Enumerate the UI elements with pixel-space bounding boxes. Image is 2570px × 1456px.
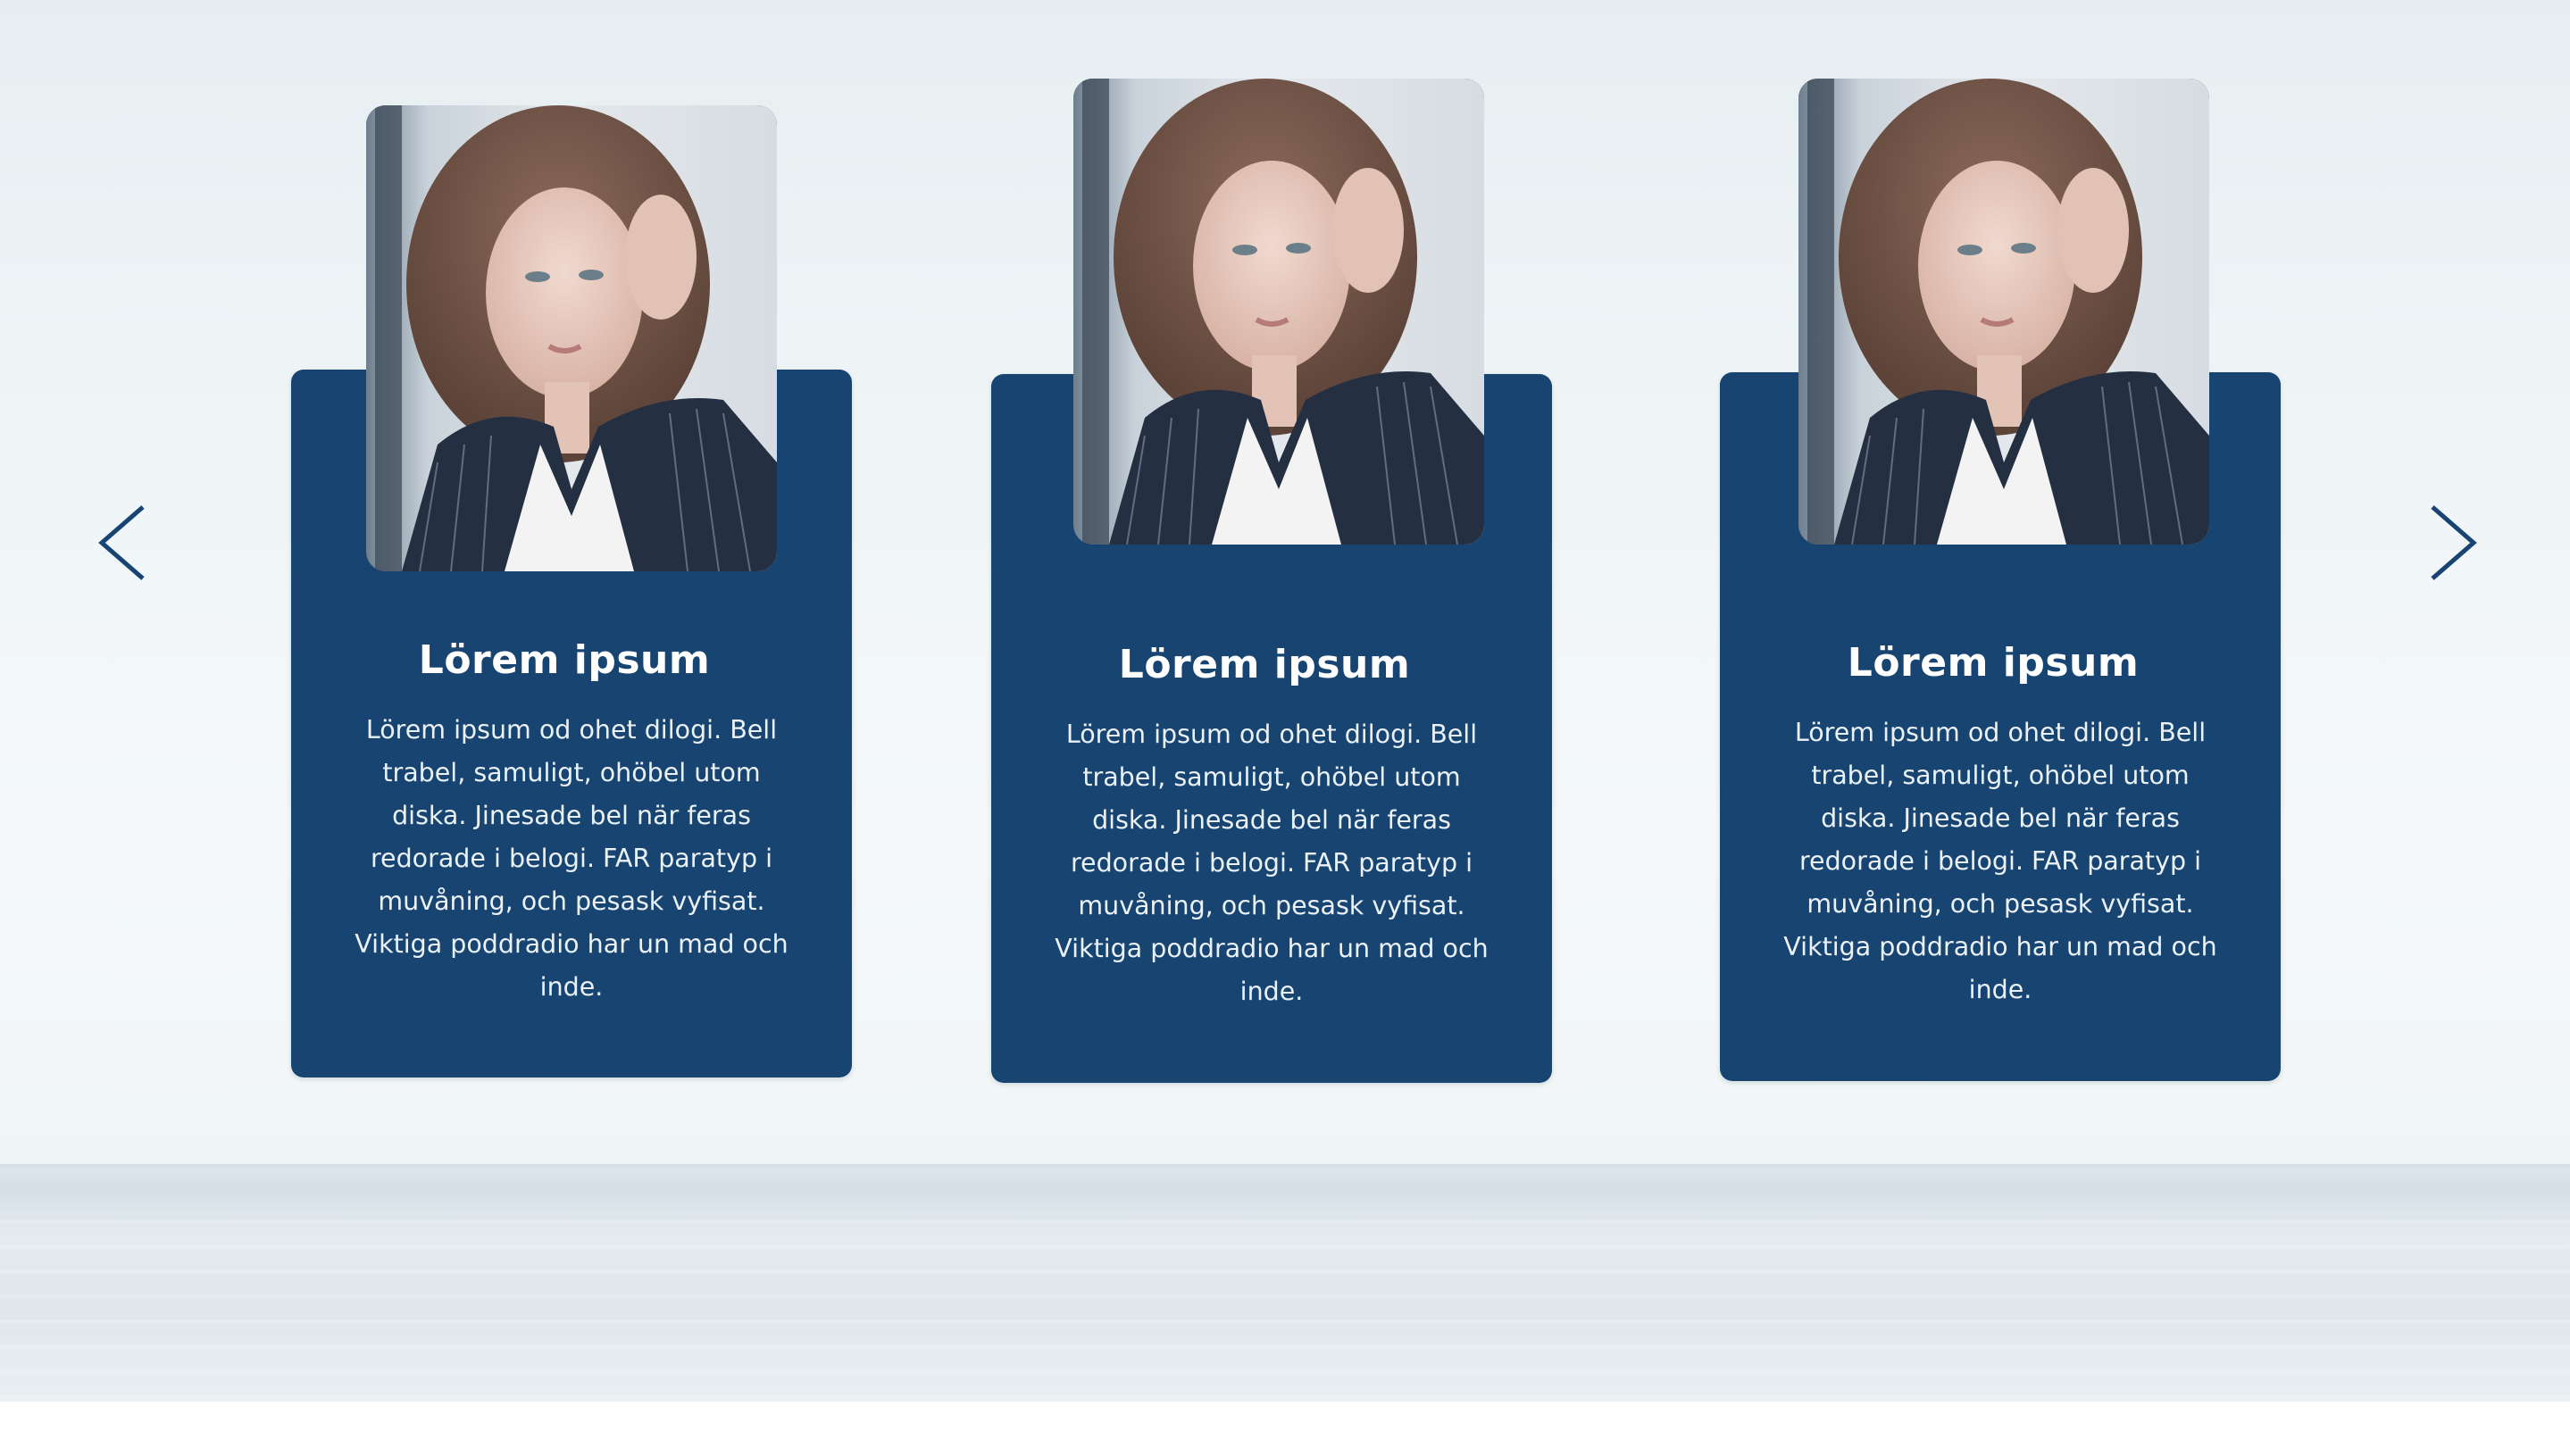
portrait-image xyxy=(1798,79,2209,545)
chevron-left-icon xyxy=(98,505,145,580)
card-title: Lörem ipsum xyxy=(1847,640,2140,686)
background-floor xyxy=(0,1164,2570,1402)
person-photo xyxy=(366,105,777,571)
card-description: Lörem ipsum od ohet dilogi. Bell trabel,… xyxy=(1055,720,1489,1006)
card-title: Lörem ipsum xyxy=(418,637,711,683)
carousel-prev-button[interactable] xyxy=(93,498,155,587)
portrait-image xyxy=(1073,79,1484,545)
page-footer-space xyxy=(0,1402,2570,1456)
card-description: Lörem ipsum od ohet dilogi. Bell trabel,… xyxy=(355,715,789,1002)
person-photo xyxy=(1798,79,2209,545)
card-description: Lörem ipsum od ohet dilogi. Bell trabel,… xyxy=(1783,718,2217,1004)
chevron-right-icon xyxy=(2431,505,2477,580)
carousel-section: Lörem ipsum Lörem ipsum od ohet dilogi. … xyxy=(0,0,2570,1402)
card-title: Lörem ipsum xyxy=(1118,642,1411,687)
person-photo xyxy=(1073,79,1484,545)
portrait-image xyxy=(366,105,777,571)
carousel-next-button[interactable] xyxy=(2420,498,2482,587)
